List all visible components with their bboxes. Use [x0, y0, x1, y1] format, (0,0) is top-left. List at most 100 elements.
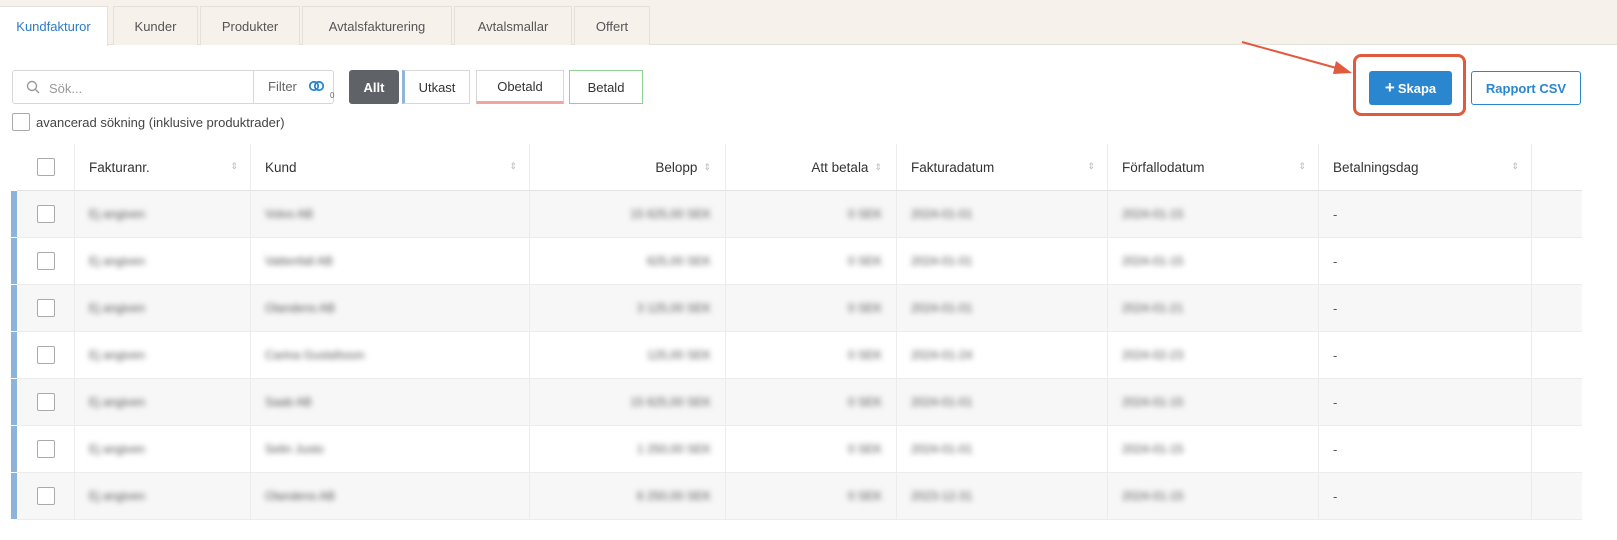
cell-belopp: 15 625,00 SEK: [530, 191, 726, 237]
row-select-cell: [17, 379, 75, 425]
header-kund[interactable]: Kund ⇕: [251, 144, 530, 190]
filter-obetald-button[interactable]: Obetald: [476, 70, 564, 104]
cell-betaldag: -: [1319, 238, 1532, 284]
tab-kundfakturor[interactable]: Kundfakturor: [0, 6, 108, 46]
row-checkbox[interactable]: [36, 299, 55, 317]
cell-belopp: 3 125,00 SEK: [530, 285, 726, 331]
cell-belopp-value: 15 625,00 SEK: [630, 395, 711, 409]
table-row[interactable]: Ej angiven Vattenfall AB 625,00 SEK 0 SEK 20…: [11, 238, 1582, 285]
row-select-cell: [17, 426, 75, 472]
filter-utkast-button[interactable]: Utkast: [402, 70, 470, 104]
row-checkbox[interactable]: [36, 440, 55, 458]
header-kund-label: Kund: [265, 159, 297, 175]
row-checkbox[interactable]: [36, 346, 55, 364]
cell-fdatum-value: 2023-12-31: [911, 489, 973, 503]
advanced-search-option[interactable]: avancerad sökning (inklusive produktrade…: [12, 113, 285, 131]
cell-betaldag-value: -: [1333, 488, 1338, 504]
table-row[interactable]: Ej angiven Selin Justo 1 250,00 SEK 0 SEK 20…: [11, 426, 1582, 473]
cell-forfall: 2024-01-15: [1108, 191, 1319, 237]
sort-icon: ⇕: [1298, 161, 1306, 171]
cell-att_betala: 0 SEK: [726, 191, 897, 237]
cell-belopp-value: 3 125,00 SEK: [636, 301, 711, 315]
tab-produkter[interactable]: Produkter: [200, 6, 300, 45]
create-button-label: Skapa: [1397, 80, 1437, 96]
table-row[interactable]: Ej angiven Volvo AB 15 625,00 SEK 0 SEK 2024…: [11, 191, 1582, 238]
cell-fdatum-value: 2024-01-01: [911, 301, 973, 315]
table-row[interactable]: Ej angiven Carina Gustafsson 125,00 SEK 0 S…: [11, 332, 1582, 379]
cell-kund: Saab AB: [251, 379, 530, 425]
table-row[interactable]: Ej angiven Olandens AB 6 250,00 SEK 0 SEK 20…: [11, 473, 1582, 520]
cell-belopp-value: 15 625,00 SEK: [630, 207, 711, 221]
row-checkbox[interactable]: [36, 393, 55, 411]
cell-fdatum-value: 2024-01-01: [911, 395, 973, 409]
tab-offert[interactable]: Offert: [574, 6, 650, 45]
sort-icon: ⇕: [230, 161, 238, 171]
advanced-search-checkbox[interactable]: [12, 113, 30, 131]
cell-belopp-value: 125,00 SEK: [646, 348, 711, 362]
table-row[interactable]: Ej angiven Saab AB 15 625,00 SEK 0 SEK 2024-…: [11, 379, 1582, 426]
cell-nr: Ej angiven: [75, 379, 251, 425]
header-att-betala[interactable]: Att betala ⇕: [726, 144, 897, 190]
header-fakturanr[interactable]: Fakturanr. ⇕: [75, 144, 251, 190]
filter-betald-button[interactable]: Betald: [569, 70, 643, 104]
cell-fdatum-value: 2024-01-01: [911, 442, 973, 456]
cell-nr-value: Ej angiven: [89, 301, 146, 315]
cell-forfall-value: 2024-01-21: [1122, 301, 1184, 315]
tab-avtalsfakturering[interactable]: Avtalsfakturering: [302, 6, 452, 45]
tab-kunder[interactable]: Kunder: [113, 6, 198, 45]
row-checkbox[interactable]: [36, 487, 55, 505]
header-betalningsdag[interactable]: Betalningsdag ⇕: [1319, 144, 1532, 190]
cell-forfall: 2024-02-23: [1108, 332, 1319, 378]
cell-nr-value: Ej angiven: [89, 489, 146, 503]
cell-forfall: 2024-01-15: [1108, 379, 1319, 425]
sort-icon: ⇕: [509, 161, 517, 171]
cell-att_betala-value: 0 SEK: [847, 442, 882, 456]
cell-att_betala-value: 0 SEK: [847, 207, 882, 221]
cell-nr-value: Ej angiven: [89, 254, 146, 268]
create-button[interactable]: + Skapa: [1369, 71, 1452, 105]
cell-belopp: 15 625,00 SEK: [530, 379, 726, 425]
row-checkbox[interactable]: [36, 205, 55, 223]
filter-toggle-icon[interactable]: [308, 80, 326, 92]
cell-att_betala: 0 SEK: [726, 426, 897, 472]
cell-betaldag-value: -: [1333, 253, 1338, 269]
cell-belopp: 125,00 SEK: [530, 332, 726, 378]
filter-allt-button[interactable]: Allt: [349, 70, 399, 104]
header-att-betala-label: Att betala: [811, 159, 869, 175]
cell-att_betala-value: 0 SEK: [847, 395, 882, 409]
sort-icon: ⇕: [1087, 161, 1095, 171]
cell-att_betala: 0 SEK: [726, 285, 897, 331]
search-input[interactable]: [49, 78, 259, 98]
cell-att_betala-value: 0 SEK: [847, 254, 882, 268]
search-box: Filter 0: [12, 70, 334, 104]
cell-belopp-value: 6 250,00 SEK: [636, 489, 711, 503]
cell-att_betala: 0 SEK: [726, 332, 897, 378]
table-row[interactable]: Ej angiven Olandens AB 3 125,00 SEK 0 SEK 20…: [11, 285, 1582, 332]
header-fakturadatum[interactable]: Fakturadatum ⇕: [897, 144, 1108, 190]
annotation-arrow-icon: [1241, 41, 1352, 74]
cell-betaldag-value: -: [1333, 394, 1338, 410]
filter-label[interactable]: Filter: [268, 79, 297, 94]
header-betalningsdag-label: Betalningsdag: [1333, 159, 1419, 175]
header-belopp[interactable]: Belopp ⇕: [530, 144, 726, 190]
cell-belopp: 6 250,00 SEK: [530, 473, 726, 519]
header-belopp-label: Belopp: [655, 159, 698, 175]
cell-forfall: 2024-01-15: [1108, 426, 1319, 472]
cell-att_betala: 0 SEK: [726, 238, 897, 284]
cell-fdatum-value: 2024-01-24: [911, 348, 973, 362]
table-body: Ej angiven Volvo AB 15 625,00 SEK 0 SEK 2024…: [11, 191, 1582, 520]
cell-kund-value: Vattenfall AB: [265, 254, 333, 268]
tab-avtalsmallar[interactable]: Avtalsmallar: [454, 6, 572, 45]
plus-icon: +: [1384, 78, 1395, 97]
header-forfallodatum[interactable]: Förfallodatum ⇕: [1108, 144, 1319, 190]
report-csv-button[interactable]: Rapport CSV: [1471, 71, 1581, 105]
cell-kund-value: Selin Justo: [265, 442, 324, 456]
advanced-search-label: avancerad sökning (inklusive produktrade…: [36, 114, 285, 130]
sort-icon: ⇕: [874, 161, 882, 172]
cell-nr-value: Ej angiven: [89, 395, 146, 409]
row-checkbox[interactable]: [36, 252, 55, 270]
cell-fdatum: 2023-12-31: [897, 473, 1108, 519]
cell-betaldag-value: -: [1333, 441, 1338, 457]
cell-att_betala-value: 0 SEK: [847, 301, 882, 315]
select-all-checkbox[interactable]: [36, 158, 55, 176]
